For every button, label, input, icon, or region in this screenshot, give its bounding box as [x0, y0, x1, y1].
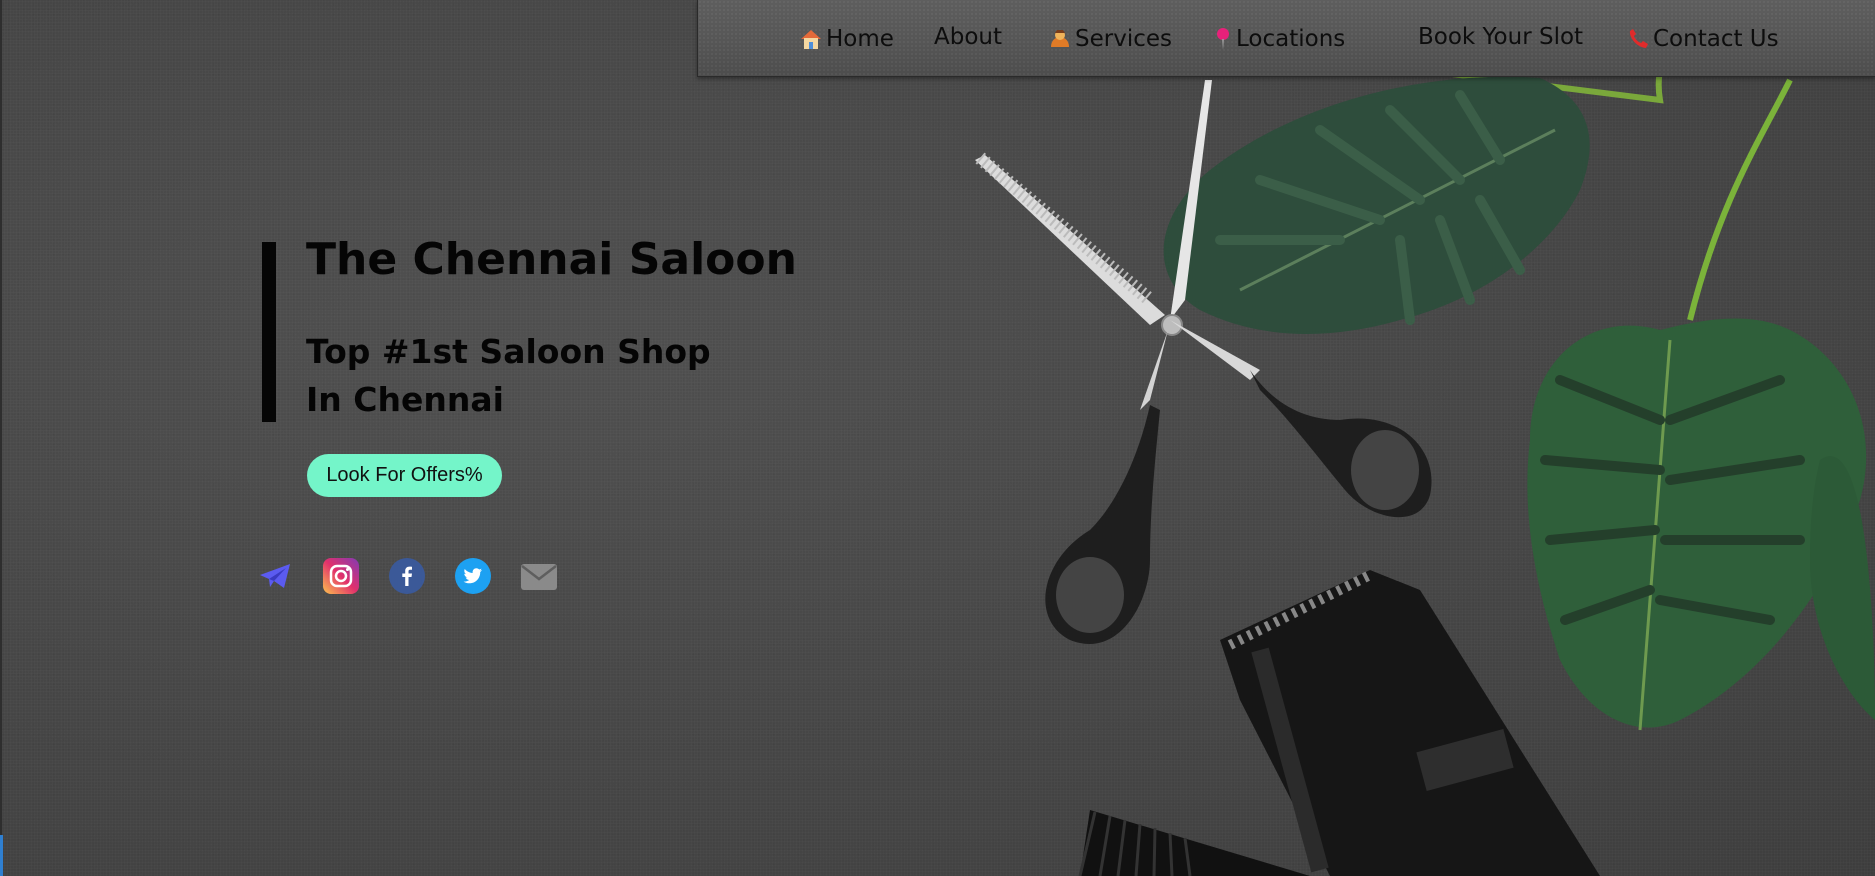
instagram-icon[interactable]: [323, 558, 359, 594]
nav-contact-label: Contact Us: [1653, 26, 1779, 52]
nav-about[interactable]: About: [934, 20, 1002, 54]
pushpin-icon: [1213, 27, 1233, 51]
twitter-icon[interactable]: [455, 558, 491, 594]
nav-about-label: About: [934, 24, 1003, 50]
subtitle-line-1: Top #1st Saloon Shop: [306, 332, 711, 371]
home-icon: [799, 27, 823, 51]
site-title: The Chennai Saloon: [306, 234, 797, 285]
nav-locations-label: Locations: [1236, 26, 1346, 52]
mail-icon[interactable]: [521, 558, 557, 594]
barber-icon: [1048, 27, 1072, 51]
phone-icon: [1626, 27, 1650, 51]
look-for-offers-button[interactable]: Look For Offers%: [307, 454, 502, 497]
nav-home-label: Home: [826, 26, 894, 52]
nav-services-label: Services: [1075, 26, 1172, 52]
site-subtitle: Top #1st Saloon Shop In Chennai: [306, 328, 726, 424]
subtitle-line-2: In Chennai: [306, 380, 504, 419]
nav-contact[interactable]: Contact Us: [1626, 22, 1779, 56]
nav-services[interactable]: Services: [1048, 22, 1172, 56]
window-edge-accent: [0, 835, 3, 876]
nav-locations[interactable]: Locations: [1213, 22, 1345, 56]
nav-book-slot-label: Book Your Slot: [1418, 24, 1584, 50]
nav-home[interactable]: Home: [799, 22, 894, 56]
title-accent-bar: [262, 242, 276, 422]
facebook-icon[interactable]: [389, 558, 425, 594]
nav-book-slot[interactable]: Book Your Slot: [1418, 20, 1583, 54]
hero-background: [0, 0, 1875, 876]
telegram-icon[interactable]: [257, 558, 293, 594]
window-edge: [0, 0, 2, 876]
top-navbar: Home About Services Locations Book Your …: [697, 0, 1875, 77]
